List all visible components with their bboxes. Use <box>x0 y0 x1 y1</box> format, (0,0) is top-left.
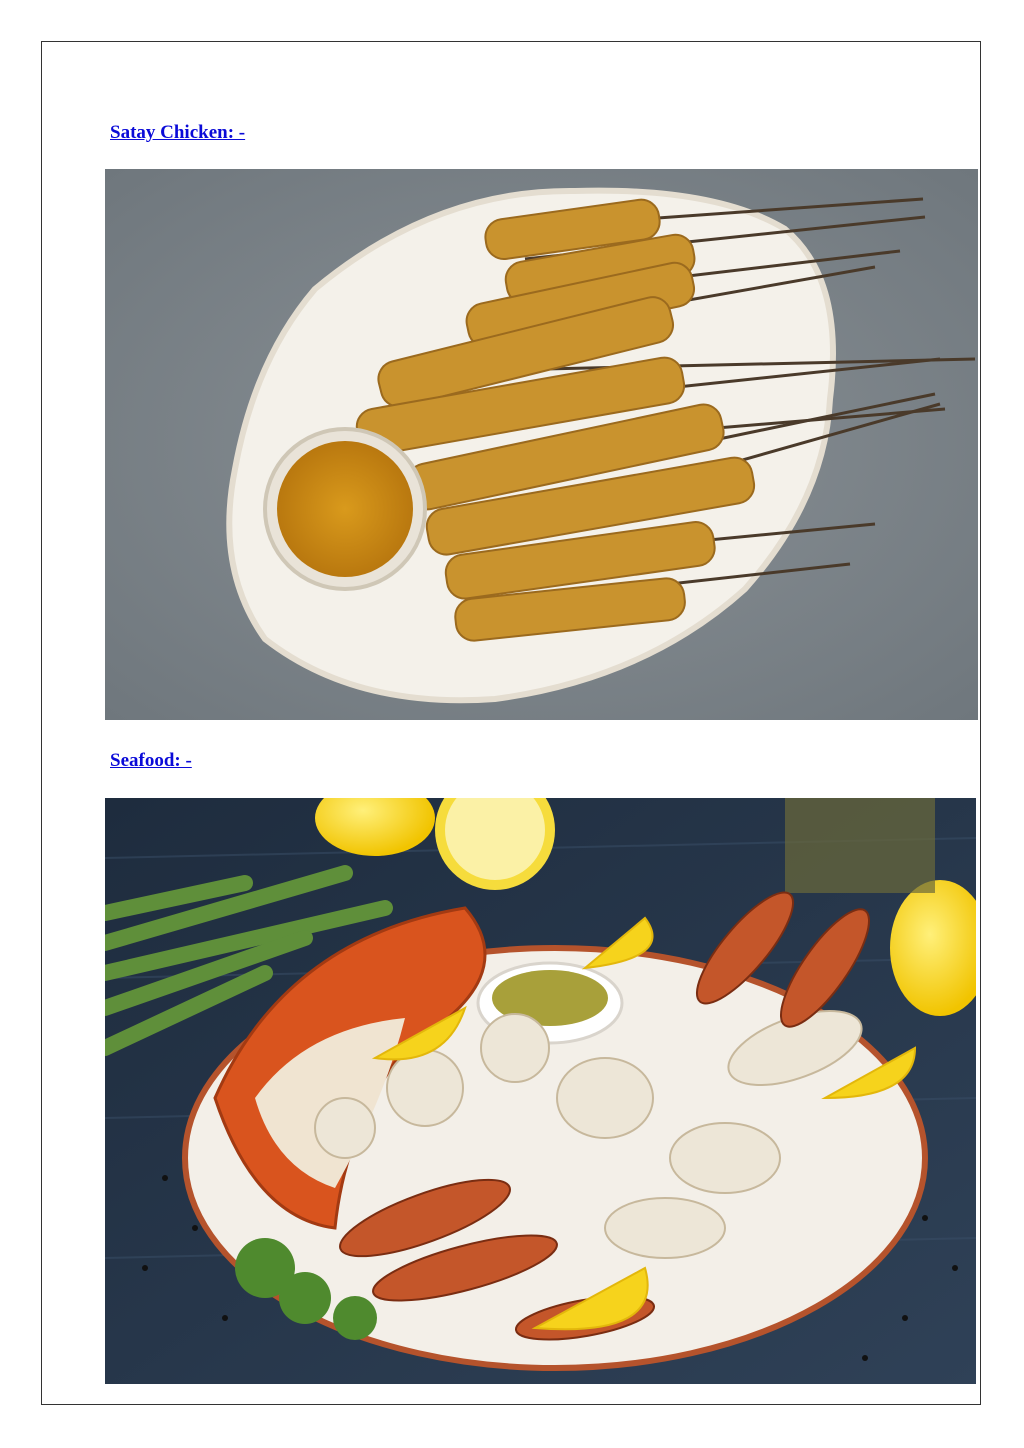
seafood-photo <box>105 798 976 1384</box>
seafood-link[interactable]: Seafood: - <box>110 750 192 772</box>
satay-chicken-photo <box>105 169 978 720</box>
satay-chicken-link[interactable]: Satay Chicken: - <box>110 122 245 144</box>
